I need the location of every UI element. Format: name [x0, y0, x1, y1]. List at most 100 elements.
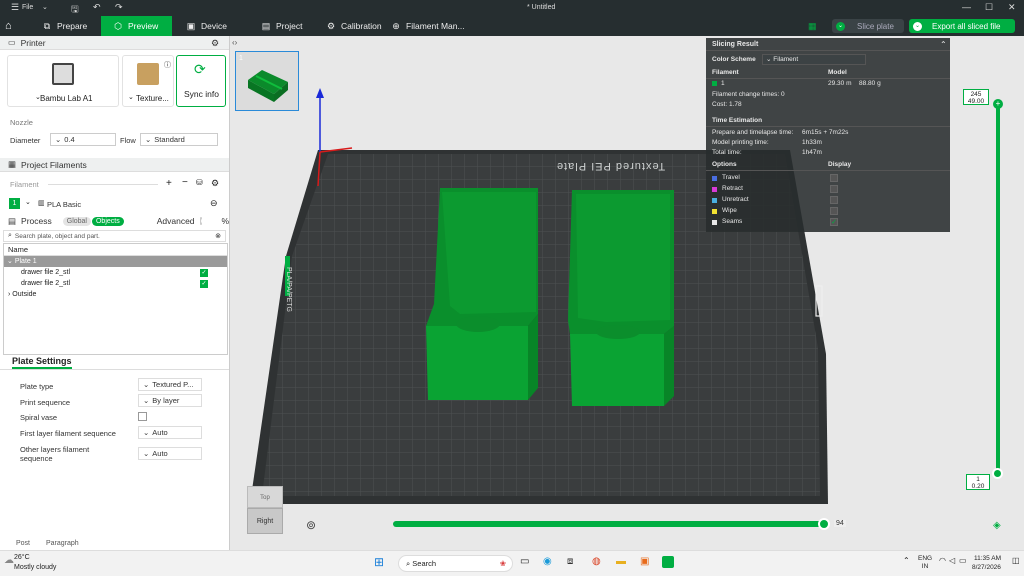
model-drawer-left[interactable] — [420, 184, 550, 404]
first-layer-sequence-select[interactable]: ⌄ Auto — [138, 426, 202, 439]
battery-icon[interactable]: ▭ — [959, 556, 967, 565]
object-search-input[interactable]: ⌕ Search plate, object and part. ⊗ — [3, 230, 226, 242]
printer-card[interactable]: Bambu Lab A1 ⌄ — [7, 55, 119, 107]
plate-row[interactable]: ⌄ Plate 1 — [4, 256, 227, 267]
wifi-icon[interactable]: ◠ — [939, 556, 946, 565]
tray-chevron-icon[interactable]: ⌃ — [903, 556, 910, 565]
tab-project[interactable]: ▤ Project — [261, 16, 321, 36]
home-icon[interactable]: ⌂ — [5, 19, 19, 33]
other-layers-sequence-select[interactable]: ⌄ Auto — [138, 447, 202, 460]
export-all-button[interactable]: ⌄ Export all sliced file — [909, 19, 1015, 33]
store-icon[interactable]: ⧈ — [567, 556, 573, 567]
settings-icon[interactable]: ⚙ — [211, 38, 219, 49]
options-label: Options — [712, 161, 737, 168]
clear-search-icon[interactable]: ⊗ — [215, 232, 221, 240]
option-display-checkbox[interactable]: ✓ — [830, 218, 838, 226]
move-slider-track[interactable] — [393, 521, 825, 527]
checkbox-checked[interactable]: ✓ — [200, 269, 208, 277]
tab-device[interactable]: ▣ Device — [186, 16, 246, 36]
edge-icon[interactable]: ◉ — [543, 556, 552, 567]
diameter-select[interactable]: ⌄ 0.4 — [50, 133, 116, 146]
tab-prepare[interactable]: ⧉ Prepare — [38, 16, 100, 36]
option-display-checkbox[interactable] — [830, 174, 838, 182]
view-cube-front[interactable]: Right — [247, 508, 283, 534]
clock-date[interactable]: 8/27/2026 — [972, 564, 1001, 571]
redo-icon[interactable]: ↷ — [115, 2, 123, 13]
bambu-studio-icon[interactable] — [662, 556, 674, 568]
print-sequence-select[interactable]: ⌄ By layer — [138, 394, 202, 407]
remove-filament-icon[interactable]: ⊖ — [210, 198, 218, 209]
filament-icon: ⊕ — [392, 21, 400, 31]
undo-icon[interactable]: ↶ — [93, 2, 101, 13]
file-explorer-icon[interactable]: ▬ — [616, 556, 626, 567]
tab-calibration[interactable]: ⚙ Calibration — [326, 16, 386, 36]
search-icon: ⌕ — [8, 232, 12, 239]
option-display-checkbox[interactable] — [830, 196, 838, 204]
plate-card[interactable]: ⓘ Texture... ⌄ — [122, 55, 174, 107]
list-item[interactable]: drawer file 2_stl ✓ — [4, 278, 227, 289]
plate-settings-tab[interactable]: Plate Settings — [12, 356, 72, 369]
model-length: 29.30 m — [828, 80, 852, 87]
chevron-down-icon: ⌄ — [55, 135, 62, 144]
objects-toggle[interactable]: Objects — [91, 216, 124, 226]
view-cube-top[interactable]: Top — [247, 486, 283, 508]
task-view-icon[interactable]: ▭ — [520, 556, 529, 567]
divider — [706, 170, 950, 171]
clock-time[interactable]: 11:35 AM — [974, 555, 1001, 562]
layer-slider-track[interactable] — [996, 106, 1000, 471]
taskbar-search[interactable]: ⌕ Search ❀ — [398, 555, 513, 572]
percent-icon[interactable]: % — [221, 216, 229, 226]
layers-icon[interactable]: ◈ — [993, 520, 1001, 531]
language-indicator[interactable]: ENG IN — [918, 555, 932, 571]
weather-desc[interactable]: Mostly cloudy — [14, 564, 56, 571]
color-scheme-select[interactable]: ⌄ Filament — [762, 54, 866, 65]
windows-start-icon[interactable]: ⊞ — [374, 555, 384, 569]
tab-filament-manager[interactable]: ⊕ Filament Man... — [391, 16, 471, 36]
printer-name: Bambu Lab A1 — [40, 94, 93, 103]
add-icon[interactable]: + — [166, 178, 172, 189]
hamburger-icon[interactable]: ☰ — [11, 2, 19, 13]
weather-temp[interactable]: 26°C — [14, 554, 30, 561]
minimize-icon[interactable]: — — [962, 2, 971, 12]
outside-row[interactable]: › Outside — [4, 289, 227, 300]
slice-plate-button[interactable]: ⌄ Slice plate — [832, 19, 904, 33]
info-icon[interactable]: ⓘ — [164, 60, 171, 70]
move-slider-thumb[interactable] — [818, 518, 830, 530]
filament-index-badge[interactable]: 1 — [9, 198, 20, 209]
layer-slider-bottom-thumb[interactable] — [992, 468, 1003, 479]
chrome-icon[interactable]: ◍ — [592, 556, 601, 567]
model-drawer-right[interactable] — [566, 188, 678, 408]
filament-name[interactable]: PLA Basic — [47, 200, 81, 209]
device-icon: ▣ — [186, 21, 196, 31]
view-cube[interactable]: Top Right — [247, 486, 283, 534]
chevron-down-icon: ⌄ — [7, 258, 13, 265]
sync-info-button[interactable]: ⟳ Sync info — [176, 55, 226, 107]
option-display-checkbox[interactable] — [830, 185, 838, 193]
maximize-icon[interactable]: ☐ — [985, 2, 993, 13]
spiral-vase-checkbox[interactable] — [138, 412, 147, 421]
fit-view-icon[interactable]: ⊚ — [306, 518, 316, 532]
filament-sync-icon[interactable]: ⛁ — [196, 178, 203, 187]
weather-icon[interactable]: ☁ — [4, 555, 14, 566]
option-display-checkbox[interactable] — [830, 207, 838, 215]
global-toggle[interactable]: Global — [62, 216, 91, 226]
collapse-icon[interactable]: ⌃ — [940, 40, 947, 49]
tab-preview[interactable]: ⬡ Preview — [101, 16, 172, 36]
remove-icon[interactable]: − — [182, 177, 188, 188]
list-item[interactable]: drawer file 2_stl ✓ — [4, 267, 227, 278]
filament-settings-icon[interactable]: ⚙ — [211, 178, 219, 189]
advanced-switch[interactable] — [199, 217, 207, 225]
volume-icon[interactable]: ◁ — [949, 556, 955, 565]
close-icon[interactable]: ✕ — [1008, 2, 1016, 13]
chevron-down-icon[interactable]: ⌄ — [42, 3, 48, 11]
layout-icon[interactable]: ▦ — [808, 21, 817, 32]
notification-icon[interactable]: ◫ — [1012, 556, 1020, 565]
chevron-down-icon[interactable]: ⌄ — [25, 198, 31, 206]
printer-image — [52, 63, 74, 85]
file-menu[interactable]: File — [22, 4, 33, 11]
checkbox-checked[interactable]: ✓ — [200, 280, 208, 288]
plate-type-select[interactable]: ⌄ Textured P... — [138, 378, 202, 391]
app-icon[interactable]: ▣ — [640, 556, 649, 567]
flow-select[interactable]: ⌄ Standard — [140, 133, 218, 146]
object-list: Name ⌄ Plate 1 drawer file 2_stl ✓ drawe… — [3, 243, 228, 355]
